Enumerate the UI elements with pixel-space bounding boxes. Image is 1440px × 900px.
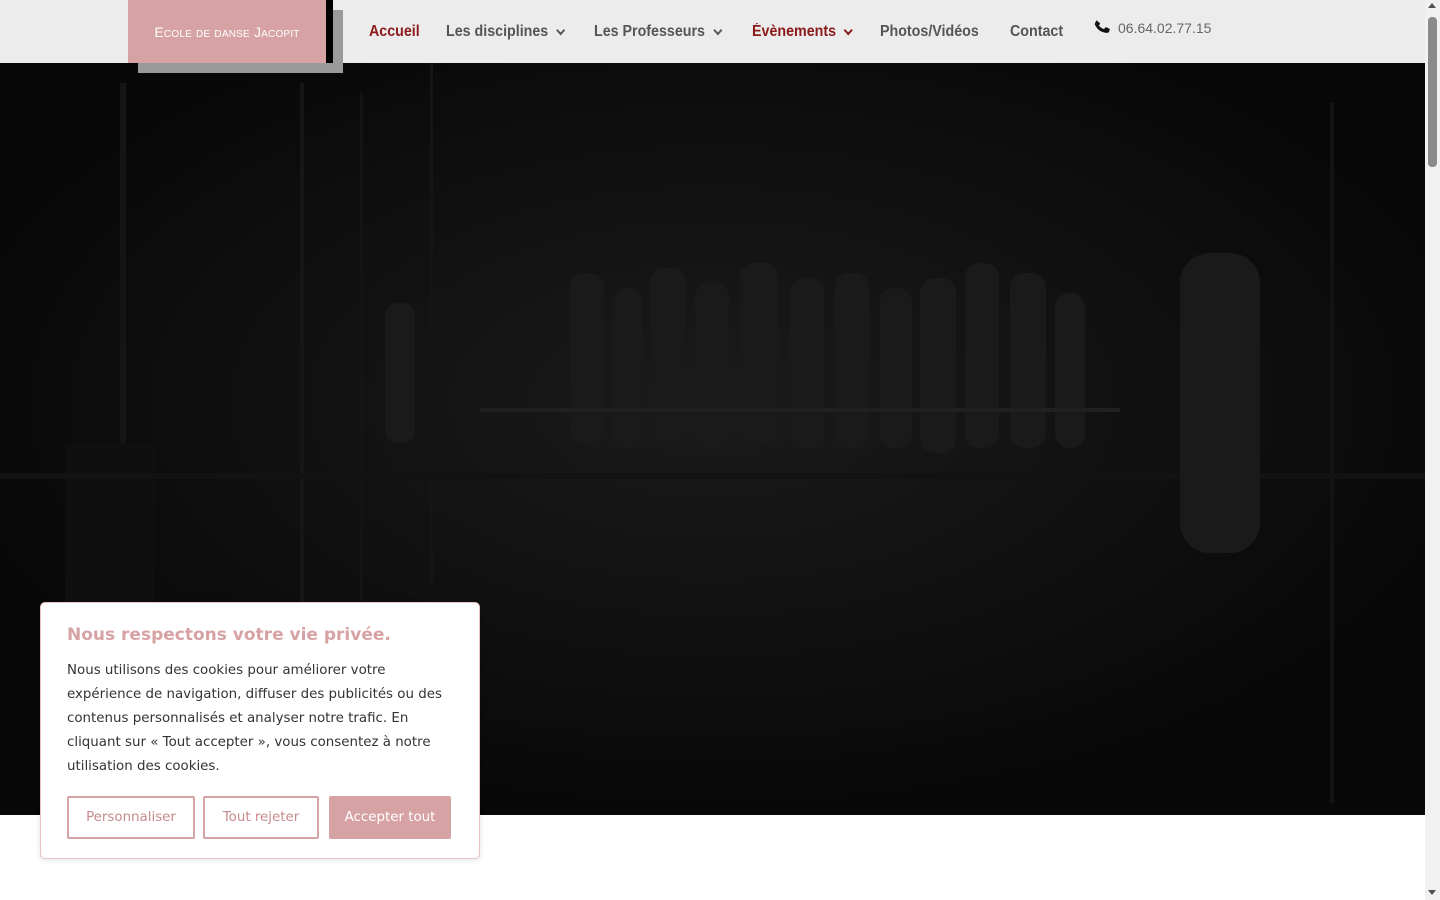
cookie-title: Nous respectons votre vie privée.: [67, 625, 391, 645]
cookie-text: Nous utilisons des cookies pour améliore…: [67, 663, 442, 774]
nav-item-label: Contact: [1009, 23, 1063, 40]
chevron-down-icon: [843, 24, 854, 35]
nav-item-label: Accueil: [369, 23, 420, 40]
nav-item-professeurs[interactable]: Les Professeurs: [594, 23, 723, 41]
nav-item-label: Évènements: [751, 23, 836, 40]
scroll-down-arrow-icon[interactable]: [1428, 890, 1436, 895]
nav-item-contact[interactable]: Contact: [1010, 23, 1063, 41]
phone-number: 06.64.02.77.15: [1118, 20, 1212, 36]
customize-button[interactable]: Personnaliser: [67, 796, 195, 839]
cookie-buttons: Personnaliser Tout rejeter Accepter tout: [67, 796, 451, 839]
nav-item-label: Les disciplines: [446, 23, 549, 40]
nav-item-label: Photos/Vidéos: [880, 23, 980, 40]
nav-item-label: Les Professeurs: [594, 23, 706, 40]
nav-item-accueil[interactable]: Accueil: [369, 23, 420, 41]
phone-icon: [1094, 20, 1110, 33]
main-nav: Accueil Les disciplines Les Professeurs …: [369, 20, 1089, 44]
nav-item-photos-videos[interactable]: Photos/Vidéos: [880, 23, 979, 41]
accept-all-button[interactable]: Accepter tout: [329, 796, 451, 839]
chevron-down-icon: [556, 24, 566, 35]
nav-item-evenements[interactable]: Évènements: [751, 23, 854, 41]
site-logo[interactable]: Ecole de danse Jacopit: [128, 0, 326, 63]
phone-contact[interactable]: 06.64.02.77.15: [1092, 18, 1211, 38]
page-scrollbar[interactable]: [1425, 0, 1440, 900]
scroll-thumb[interactable]: [1428, 17, 1437, 167]
chevron-down-icon: [713, 24, 723, 35]
reject-all-button[interactable]: Tout rejeter: [203, 796, 319, 839]
cookie-consent-dialog: Nous respectons votre vie privée. Nous u…: [40, 602, 480, 859]
nav-item-disciplines[interactable]: Les disciplines: [446, 23, 566, 41]
logo-accent-bar: [325, 0, 333, 63]
scroll-up-arrow-icon[interactable]: [1428, 3, 1436, 8]
site-header: Ecole de danse Jacopit Accueil Les disci…: [0, 0, 1425, 73]
